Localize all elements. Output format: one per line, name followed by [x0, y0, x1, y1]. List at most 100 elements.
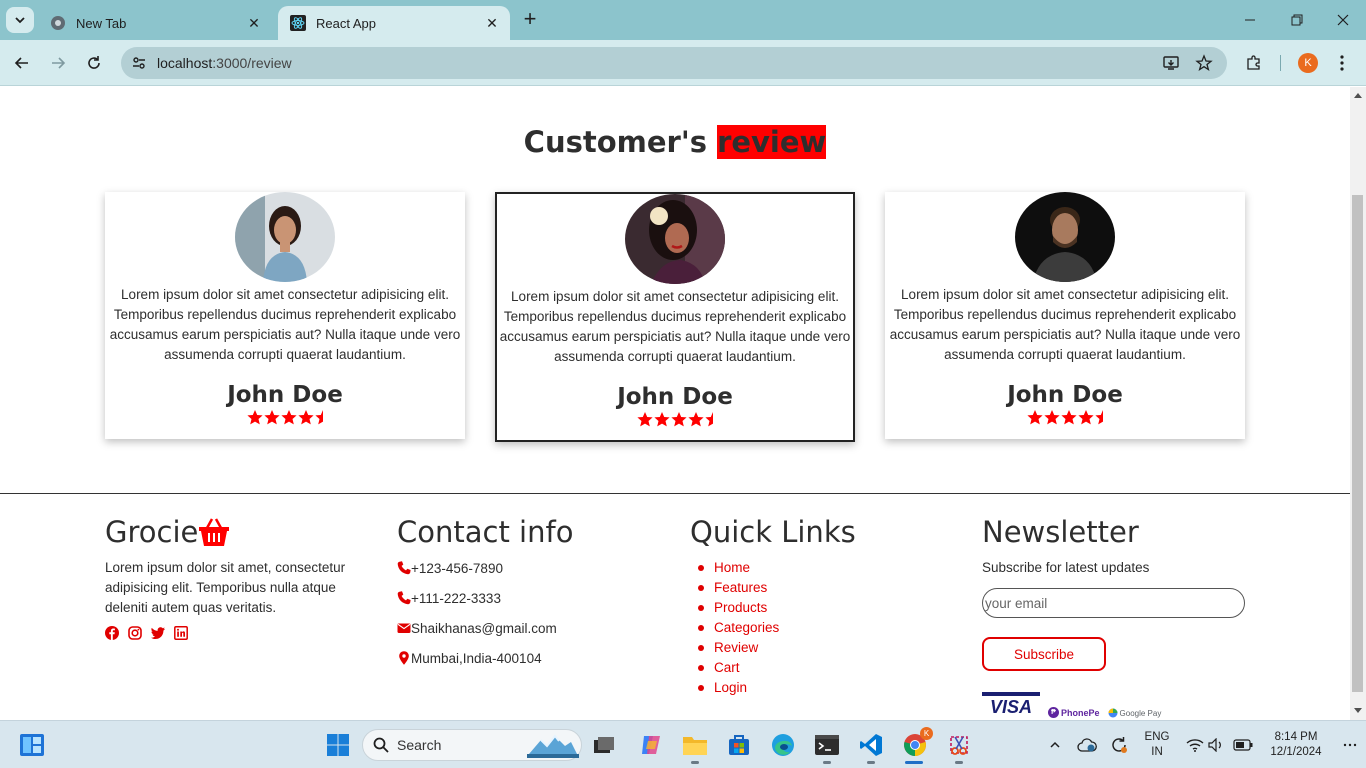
contact-address[interactable]: Mumbai,India-400104 [397, 648, 657, 668]
page-scrollbar[interactable] [1350, 87, 1366, 720]
speaker-icon [1208, 738, 1221, 752]
star-icon [687, 412, 704, 427]
widgets-icon [20, 734, 44, 756]
file-explorer-button[interactable] [681, 731, 709, 759]
close-window-button[interactable] [1331, 8, 1355, 32]
close-tab-icon[interactable]: ✕ [246, 15, 262, 32]
star-icon [1060, 410, 1077, 425]
contact-email[interactable]: Shaikhanas@gmail.com [397, 618, 657, 638]
vscode-button[interactable] [857, 731, 885, 759]
scroll-up-arrow[interactable] [1354, 93, 1362, 98]
tab-new-tab[interactable]: New Tab ✕ [38, 6, 272, 40]
edge-icon [772, 734, 794, 756]
battery-icon [1233, 739, 1253, 751]
url-host: localhost [157, 55, 213, 71]
bookmark-star-icon[interactable] [1194, 53, 1214, 73]
widgets-button[interactable] [18, 731, 46, 759]
page-viewport: Customer's review Lorem ipsum dolor sit … [0, 87, 1350, 720]
restore-button[interactable] [1285, 8, 1309, 32]
tab-search-button[interactable] [6, 7, 34, 33]
arrow-right-icon [52, 57, 66, 69]
battery-button[interactable] [1229, 731, 1257, 759]
store-button[interactable] [725, 731, 753, 759]
gpay-label: Google Pay [1119, 708, 1162, 718]
chrome-taskbar-button[interactable]: K [901, 727, 933, 759]
new-tab-button[interactable]: + [518, 8, 542, 32]
social-links [105, 626, 365, 640]
refresh-icon [1112, 737, 1127, 753]
link-features[interactable]: Features [698, 578, 950, 598]
close-tab-icon[interactable]: ✕ [484, 15, 500, 32]
extensions-button[interactable] [1243, 52, 1265, 74]
clock[interactable]: 8:14 PM 12/1/2024 [1262, 730, 1330, 760]
task-view-button[interactable] [590, 731, 618, 759]
snipping-tool-icon [950, 736, 968, 755]
gpay-icon [1108, 708, 1118, 718]
toolbar-separator [1280, 55, 1281, 71]
quick-links-list: Home Features Products Categories Review… [690, 558, 950, 698]
link-home[interactable]: Home [698, 558, 950, 578]
review-text: Lorem ipsum dolor sit amet consectetur a… [499, 289, 851, 364]
address-bar[interactable]: localhost:3000/review [121, 47, 1227, 79]
brand-logo[interactable]: Grocie [105, 512, 365, 552]
browser-menu-button[interactable] [1331, 52, 1353, 74]
onedrive-sync-button[interactable] [1073, 731, 1101, 759]
running-indicator [691, 761, 699, 764]
newsletter-title: Newsletter [982, 515, 1139, 549]
heading-highlight: review [717, 125, 827, 159]
react-icon [290, 15, 306, 31]
star-icon [246, 410, 263, 425]
show-hidden-icons-button[interactable] [1041, 731, 1069, 759]
forward-button[interactable] [46, 51, 70, 75]
footer-newsletter-column: Newsletter Subscribe for latest updates … [982, 512, 1252, 671]
reload-button[interactable] [82, 51, 106, 75]
phonepe-label: PhonePe [1061, 707, 1100, 718]
site-info-icon[interactable] [129, 53, 149, 73]
scrollbar-thumb[interactable] [1352, 195, 1363, 692]
update-button[interactable] [1105, 731, 1133, 759]
scroll-down-arrow[interactable] [1354, 708, 1362, 713]
url-text: localhost:3000/review [157, 55, 292, 71]
subscribe-button[interactable]: Subscribe [982, 637, 1106, 671]
link-products[interactable]: Products [698, 598, 950, 618]
review-card: Lorem ipsum dolor sit amet consectetur a… [105, 192, 465, 439]
link-cart[interactable]: Cart [698, 658, 950, 678]
snipping-tool-button[interactable] [945, 731, 973, 759]
language-indicator[interactable]: ENG IN [1141, 730, 1173, 760]
start-button[interactable] [324, 731, 352, 759]
link-review[interactable]: Review [698, 638, 950, 658]
minimize-button[interactable] [1238, 8, 1262, 32]
contact-phone-1[interactable]: +123-456-7890 [397, 558, 657, 578]
notification-button[interactable] [1336, 731, 1364, 759]
taskbar-search[interactable]: Search [362, 729, 582, 761]
half-star-icon [704, 412, 713, 427]
links-title: Quick Links [690, 515, 856, 549]
profile-avatar[interactable]: K [1298, 53, 1318, 73]
reviewer-name: John Doe [1007, 382, 1123, 408]
twitter-icon[interactable] [151, 626, 165, 640]
kebab-menu-icon [1340, 55, 1344, 71]
star-icon [653, 412, 670, 427]
running-indicator [955, 761, 963, 764]
footer-contact-column: Contact info +123-456-7890 +111-222-3333… [397, 512, 657, 668]
back-button[interactable] [10, 51, 34, 75]
linkedin-icon[interactable] [174, 626, 188, 640]
link-login[interactable]: Login [698, 678, 950, 698]
facebook-icon[interactable] [105, 626, 119, 640]
tab-title: React App [316, 15, 376, 31]
link-categories[interactable]: Categories [698, 618, 950, 638]
volume-button[interactable] [1203, 731, 1231, 759]
copilot-button[interactable] [637, 731, 665, 759]
instagram-icon[interactable] [128, 626, 142, 640]
active-indicator [905, 761, 923, 764]
half-star-icon [1094, 410, 1103, 425]
star-icon [670, 412, 687, 427]
email-input[interactable]: your email [982, 588, 1245, 618]
reload-icon [88, 56, 100, 69]
install-app-icon[interactable] [1161, 53, 1181, 73]
windows-taskbar: Search K ENG IN 8:14 PM 12/1/2024 [0, 720, 1366, 768]
edge-button[interactable] [769, 731, 797, 759]
tab-react-app[interactable]: React App ✕ [278, 6, 510, 40]
contact-phone-2[interactable]: +111-222-3333 [397, 588, 657, 608]
terminal-button[interactable] [813, 731, 841, 759]
